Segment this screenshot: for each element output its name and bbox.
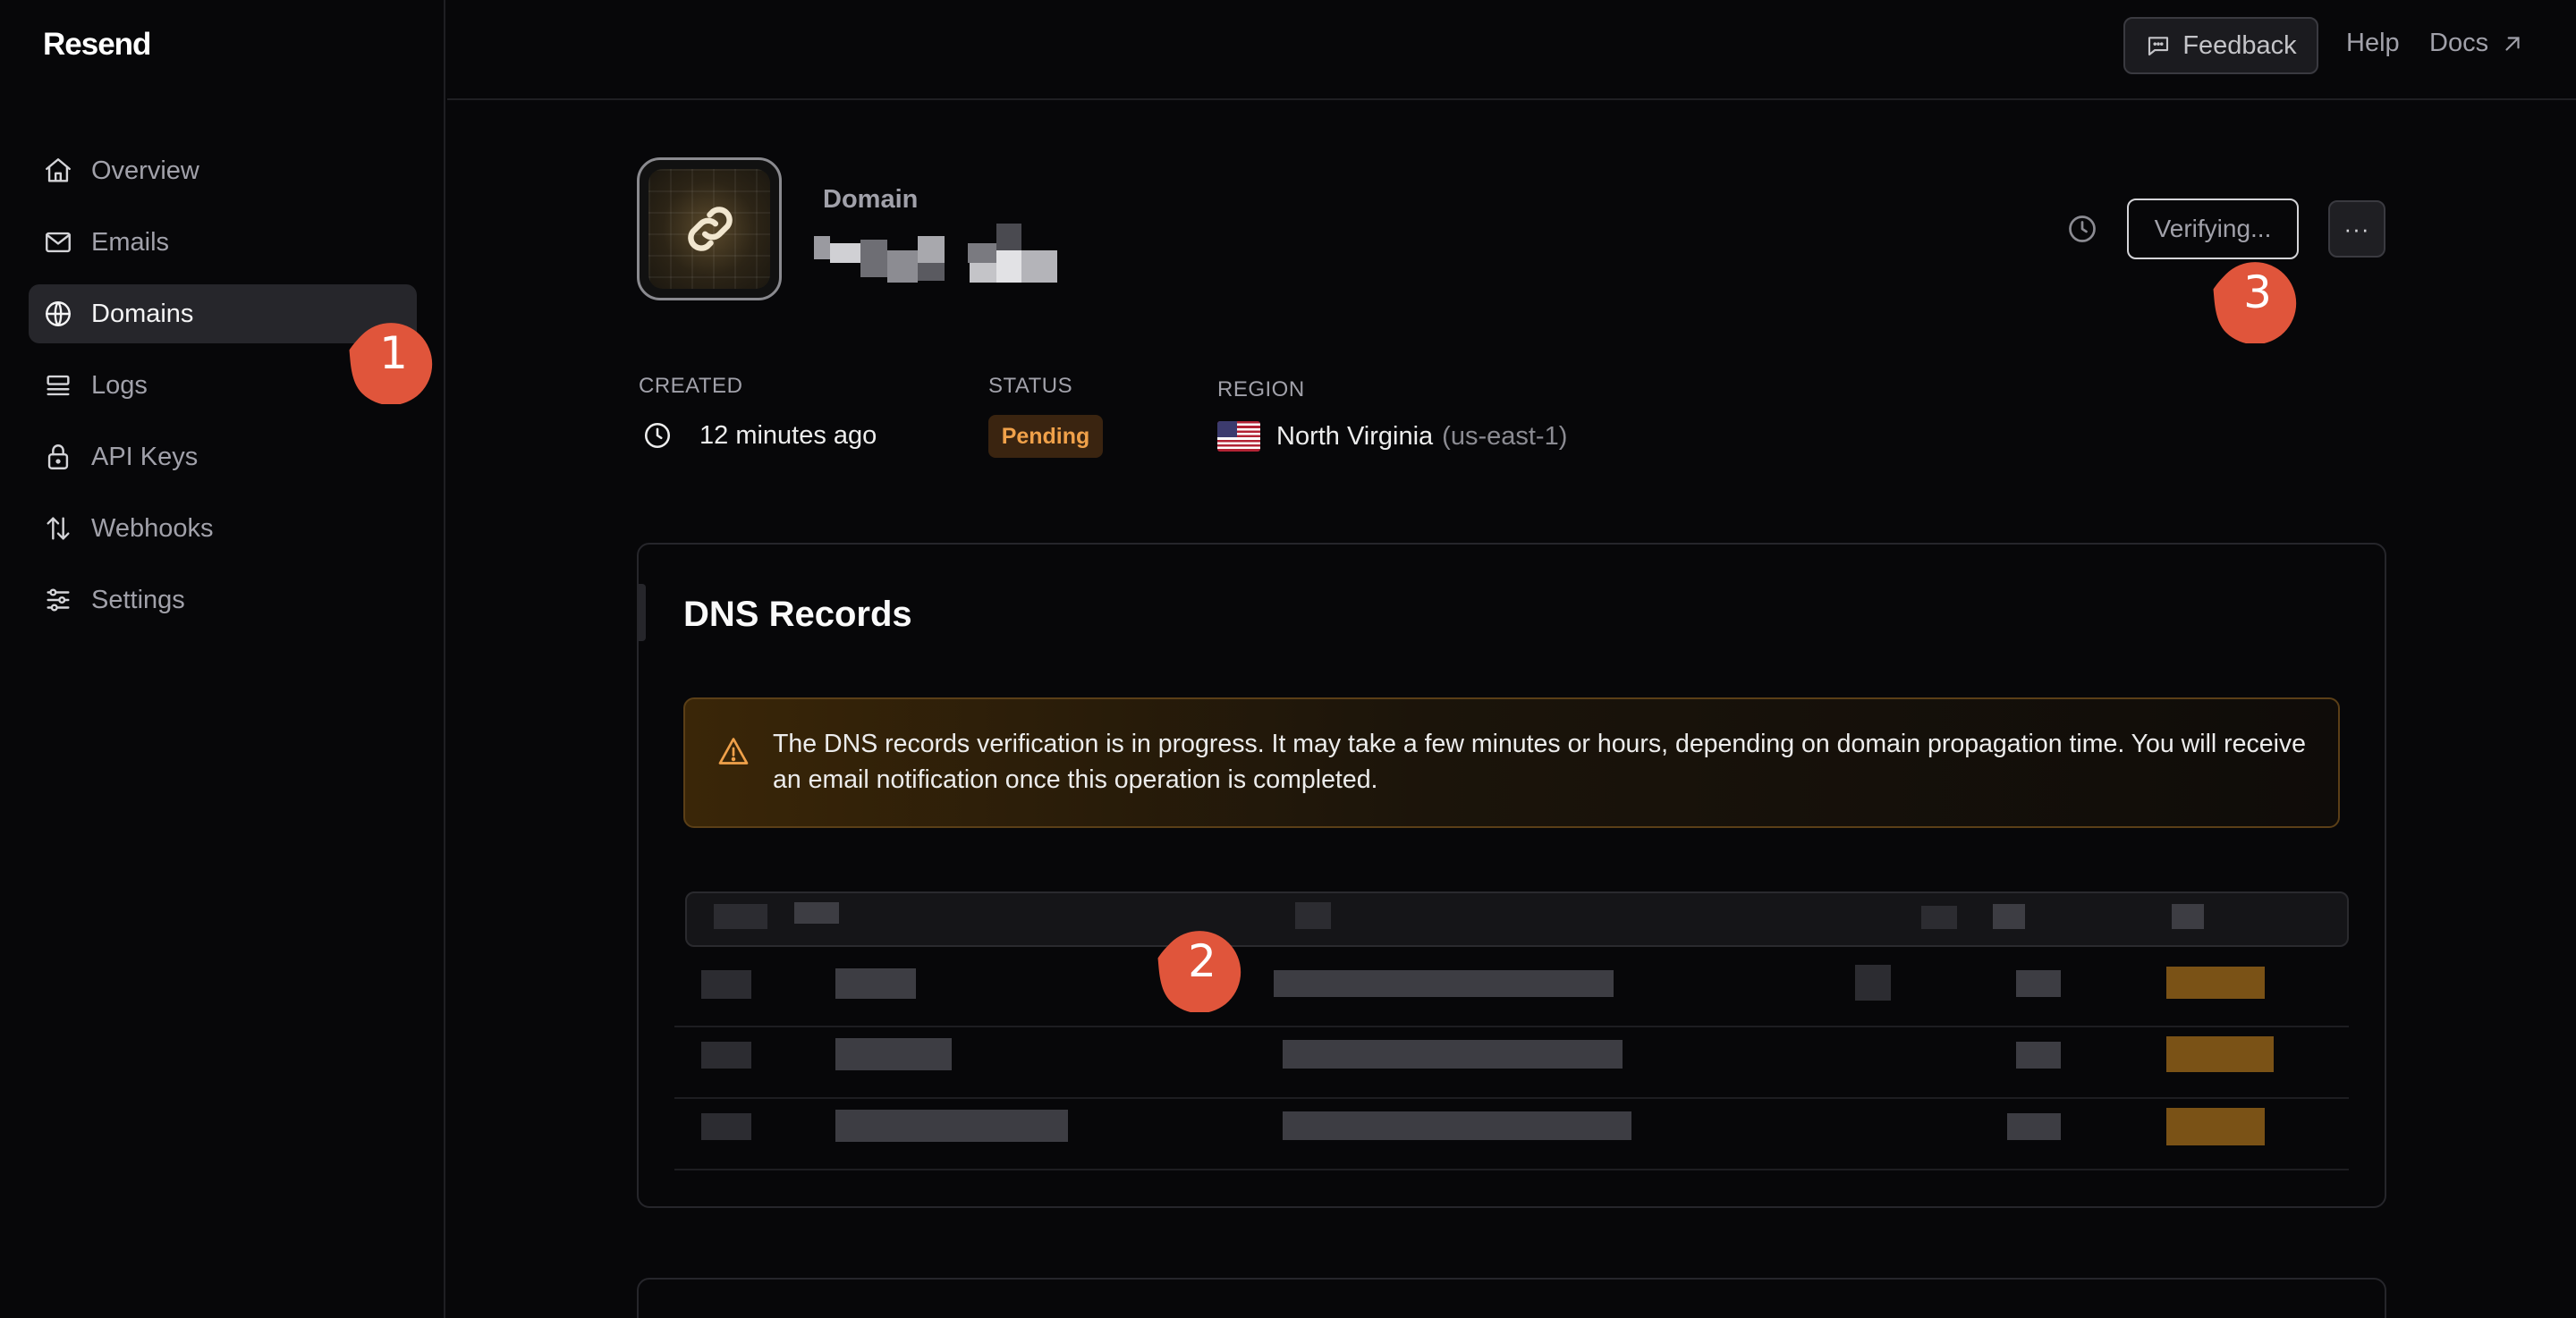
status-label: STATUS: [988, 374, 1073, 398]
annotation-marker-1: 1: [349, 315, 438, 404]
table-row: [674, 1027, 2349, 1099]
annotation-marker-2: 2: [1157, 923, 1247, 1012]
home-icon: [46, 158, 71, 182]
region-value: North Virginia (us-east-1): [1217, 421, 1567, 452]
chat-bubble-icon: [2148, 37, 2169, 56]
feedback-button[interactable]: Feedback: [2123, 17, 2318, 74]
region-label: REGION: [1217, 377, 1305, 401]
history-icon[interactable]: [2066, 213, 2098, 245]
dns-records-title: DNS Records: [683, 595, 912, 634]
sidebar-item-api-keys[interactable]: API Keys: [29, 427, 417, 486]
warning-icon: [718, 738, 749, 765]
help-link[interactable]: Help: [2346, 29, 2400, 58]
region-name: North Virginia: [1276, 421, 1434, 451]
sliders-icon: [47, 588, 70, 612]
clock-icon: [644, 422, 671, 449]
marker-number: 2: [1188, 935, 1216, 987]
domain-name-redacted: [814, 224, 1086, 288]
help-label: Help: [2346, 29, 2400, 57]
sidebar-item-label: API Keys: [91, 442, 199, 471]
dns-records-table-redacted: [674, 866, 2349, 1170]
docs-link[interactable]: Docs: [2429, 29, 2524, 58]
created-text: 12 minutes ago: [699, 420, 877, 450]
external-arrow-icon: [2505, 36, 2520, 51]
sidebar-item-settings[interactable]: Settings: [29, 570, 417, 629]
next-section-card: [637, 1278, 2386, 1318]
sidebar-item-label: Webhooks: [91, 513, 214, 543]
sidebar-item-overview[interactable]: Overview: [29, 141, 417, 200]
annotation-marker-3: 3: [2213, 254, 2302, 343]
sidebar-item-webhooks[interactable]: Webhooks: [29, 499, 417, 558]
docs-label: Docs: [2429, 29, 2489, 57]
sidebar-item-label: Overview: [91, 156, 199, 185]
sidebar-item-emails[interactable]: Emails: [29, 213, 417, 272]
sidebar: Resend Overview Emails Domains Logs API …: [0, 0, 445, 1318]
sidebar-item-label: Logs: [91, 370, 148, 400]
more-options-button[interactable]: ···: [2328, 200, 2385, 258]
domain-label: Domain: [823, 185, 919, 214]
lock-icon: [47, 444, 69, 469]
sidebar-item-label: Domains: [91, 299, 194, 328]
marker-number: 3: [2243, 266, 2272, 318]
table-header: [685, 891, 2349, 947]
logs-icon: [47, 375, 70, 396]
verification-alert: The DNS records verification is in progr…: [683, 697, 2340, 828]
marker-number: 1: [379, 327, 408, 379]
alert-message: The DNS records verification is in progr…: [773, 730, 2307, 794]
globe-icon: [46, 301, 71, 326]
sidebar-item-label: Emails: [91, 227, 170, 257]
domain-avatar: [637, 157, 782, 300]
us-flag-icon: [1217, 421, 1260, 452]
verify-button[interactable]: Verifying...: [2127, 199, 2299, 259]
table-row: [674, 956, 2349, 1027]
created-label: CREATED: [639, 374, 743, 398]
card-accent: [637, 584, 646, 641]
link-icon: [688, 207, 733, 251]
feedback-label: Feedback: [2182, 30, 2297, 60]
mail-icon: [46, 232, 71, 253]
brand-logo[interactable]: Resend: [43, 27, 151, 63]
created-value: 12 minutes ago: [642, 420, 877, 451]
dns-records-card: DNS Records The DNS records verification…: [637, 543, 2386, 1208]
sidebar-item-label: Settings: [91, 585, 185, 614]
webhook-icon: [47, 517, 70, 540]
status-badge: Pending: [988, 415, 1103, 458]
region-code: (us-east-1): [1442, 421, 1568, 451]
table-row: [674, 1099, 2349, 1170]
